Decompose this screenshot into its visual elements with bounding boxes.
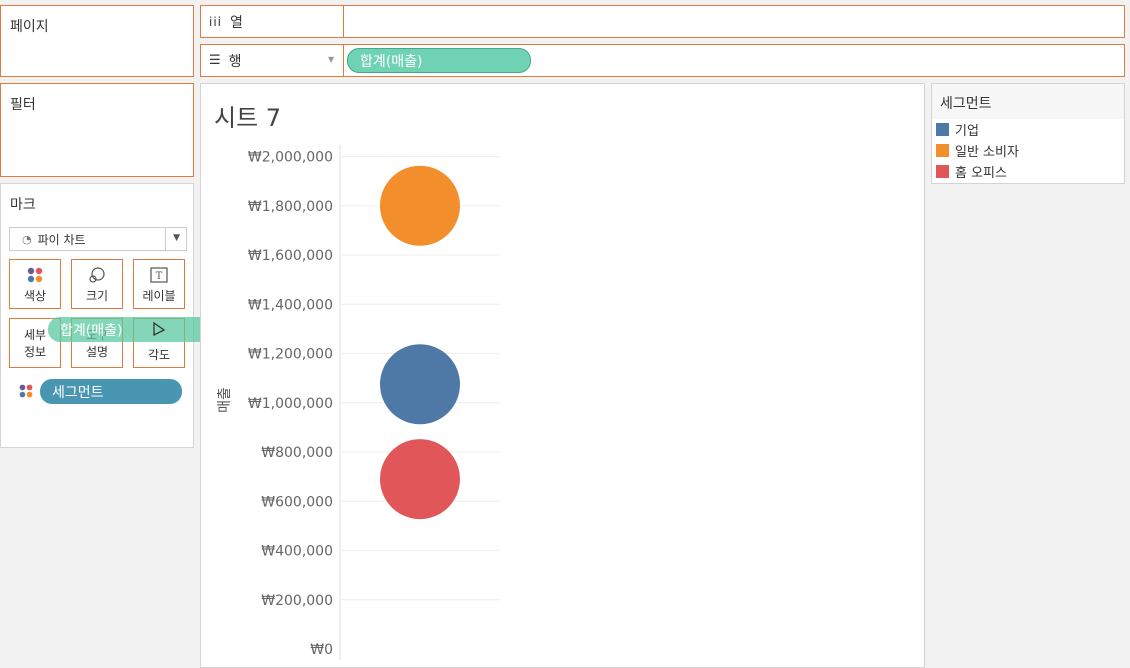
chevron-down-icon: ▼: [173, 233, 180, 243]
dragging-pill-label: 합계(매출): [60, 322, 123, 339]
legend-item[interactable]: 기업: [936, 120, 979, 139]
legend-panel: 세그먼트 기업 일반 소비자 홈 오피스: [931, 83, 1125, 184]
label-button-label: 레이블: [142, 289, 176, 303]
legend-title: 세그먼트: [940, 96, 992, 112]
color-button[interactable]: 색상: [9, 259, 61, 309]
columns-shelf[interactable]: iii 열: [200, 5, 1125, 38]
legend-item[interactable]: 일반 소비자: [936, 141, 1019, 160]
pages-title: 페이지: [10, 19, 49, 35]
rows-pill[interactable]: 합계(매출): [347, 48, 531, 73]
legend-item-label: 기업: [955, 123, 979, 139]
legend-swatch: [936, 164, 949, 178]
shelf-divider: [343, 6, 344, 37]
color-button-label: 색상: [23, 289, 47, 303]
svg-text:T: T: [156, 271, 163, 282]
color-dots-icon: [10, 266, 60, 284]
size-button-label: 크기: [85, 289, 109, 303]
rows-shelf[interactable]: ☰ 행 ▼ 합계(매출): [200, 44, 1125, 77]
legend-item[interactable]: 홈 오피스: [936, 162, 1007, 181]
columns-label-group: iii 열: [209, 6, 243, 37]
color-dots-icon: [18, 383, 34, 403]
size-button[interactable]: 크기: [71, 259, 123, 309]
chevron-down-icon[interactable]: ▼: [328, 55, 334, 64]
segment-pill[interactable]: 세그먼트: [40, 379, 182, 404]
legend-swatch: [936, 122, 949, 136]
columns-label: 열: [230, 14, 243, 31]
mark-type-dropdown[interactable]: ◔ 파이 차트 ▼: [9, 227, 187, 251]
marks-card: 마크 ◔ 파이 차트 ▼ 색상 크기 T 레이블 세부 정보 도구 설명 각도 …: [0, 183, 194, 448]
legend-item-label: 홈 오피스: [955, 165, 1007, 181]
rows-label-group: ☰ 행: [209, 45, 242, 76]
shelf-divider: [343, 45, 344, 76]
pie-chart-icon: ◔: [22, 232, 32, 246]
mark-type-label: 파이 차트: [37, 232, 86, 247]
label-button[interactable]: T 레이블: [133, 259, 185, 309]
size-icon: [72, 266, 122, 284]
pages-shelf[interactable]: 페이지: [0, 5, 194, 77]
text-label-icon: T: [134, 266, 184, 284]
filters-shelf[interactable]: 필터: [0, 83, 194, 177]
marks-title: 마크: [10, 197, 36, 213]
rows-label: 행: [228, 53, 242, 70]
filters-title: 필터: [10, 97, 36, 113]
angle-button-label: 각도: [147, 348, 171, 362]
angle-icon: [152, 321, 166, 341]
rows-icon: ☰: [209, 53, 221, 68]
legend-item-label: 일반 소비자: [955, 144, 1019, 160]
dropdown-divider: [165, 228, 166, 250]
sheet-view: 시트 7: [200, 83, 925, 668]
legend-swatch: [936, 143, 949, 157]
sheet-title: 시트 7: [214, 104, 282, 132]
columns-icon: iii: [209, 14, 223, 29]
